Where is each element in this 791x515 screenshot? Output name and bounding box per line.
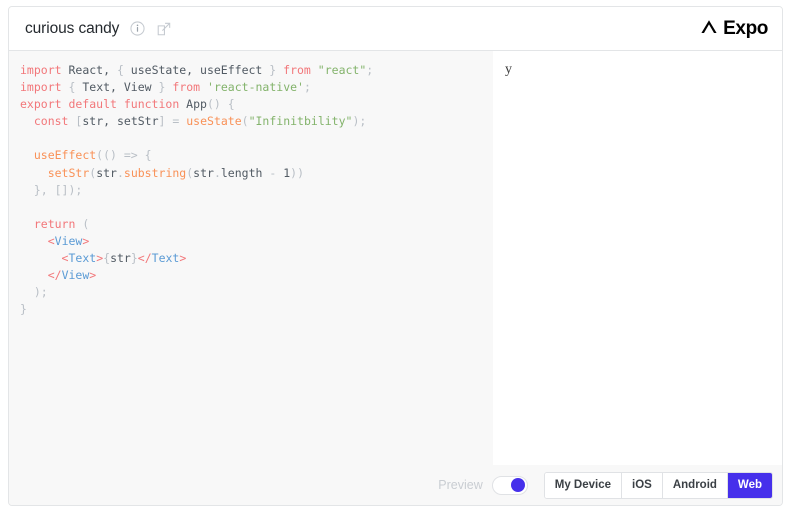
code-token: )) bbox=[290, 165, 304, 180]
code-line: ); bbox=[20, 284, 493, 301]
code-token: export default function bbox=[20, 97, 180, 112]
code-line: } bbox=[20, 301, 493, 318]
code-line: import { Text, View } from 'react-native… bbox=[20, 79, 493, 96]
platform-button-web[interactable]: Web bbox=[727, 472, 772, 498]
code-token: import bbox=[20, 80, 62, 95]
code-token: { bbox=[116, 63, 124, 77]
code-token: from bbox=[172, 80, 201, 95]
workspace: import React, { useState, useEffect } fr… bbox=[9, 51, 782, 465]
code-line: import React, { useState, useEffect } fr… bbox=[20, 62, 493, 79]
code-token: ( bbox=[75, 216, 90, 231]
code-token: . bbox=[213, 165, 221, 180]
code-token: import bbox=[20, 63, 62, 77]
platform-button-android[interactable]: Android bbox=[662, 472, 728, 498]
code-token: from bbox=[283, 63, 311, 77]
code-token: "react" bbox=[317, 63, 367, 77]
code-token: View bbox=[54, 233, 83, 248]
code-editor[interactable]: import React, { useState, useEffect } fr… bbox=[9, 51, 493, 465]
code-token: Text, View bbox=[75, 80, 159, 95]
code-token: str bbox=[110, 251, 131, 266]
open-external-icon[interactable] bbox=[156, 21, 172, 37]
platform-button-my-device[interactable]: My Device bbox=[544, 472, 623, 498]
code-token: < bbox=[47, 233, 55, 248]
preview-rendered-text: y bbox=[505, 62, 512, 77]
code-content[interactable]: import React, { useState, useEffect } fr… bbox=[9, 51, 493, 318]
code-line: return ( bbox=[20, 216, 493, 233]
code-token: App bbox=[179, 97, 207, 112]
code-token: str bbox=[96, 165, 117, 180]
code-token: > bbox=[82, 233, 90, 248]
code-line: export default function App() { bbox=[20, 96, 493, 113]
code-token: Text bbox=[151, 251, 180, 266]
code-token: ); bbox=[20, 285, 48, 300]
code-token: length bbox=[220, 165, 263, 180]
code-token: useState bbox=[186, 114, 242, 129]
code-token: ( bbox=[241, 114, 249, 129]
code-token: View bbox=[61, 268, 90, 283]
code-token: > bbox=[179, 251, 187, 266]
code-token: ; bbox=[303, 80, 311, 95]
code-token: const bbox=[33, 114, 69, 129]
code-line: }, []); bbox=[20, 182, 493, 199]
code-line: <Text>{str}</Text> bbox=[20, 250, 493, 267]
preview-label: Preview bbox=[438, 478, 483, 492]
code-token: setStr bbox=[47, 165, 90, 180]
expo-wordmark: Expo bbox=[723, 17, 768, 39]
code-token: str bbox=[193, 165, 214, 180]
code-line: </View> bbox=[20, 267, 493, 284]
expo-chevron-icon bbox=[699, 17, 719, 41]
code-token: ); bbox=[352, 114, 367, 129]
code-token: "Infinitbility" bbox=[248, 114, 353, 129]
code-line: <View> bbox=[20, 233, 493, 250]
code-token: React, bbox=[61, 63, 117, 77]
snack-window: curious candy Expo import React, {useSt… bbox=[8, 6, 783, 506]
code-token: </ bbox=[47, 268, 62, 283]
footer-toolbar: Preview My Device iOS Android Web bbox=[9, 465, 782, 505]
code-token: useEffect bbox=[33, 148, 97, 163]
preview-toggle[interactable] bbox=[491, 475, 528, 495]
code-token: - bbox=[262, 165, 284, 180]
code-line: setStr(str.substring(str.length - 1)) bbox=[20, 165, 493, 182]
app-header: curious candy Expo bbox=[9, 7, 782, 51]
platform-button-ios[interactable]: iOS bbox=[622, 472, 663, 498]
code-token: = bbox=[165, 114, 187, 129]
info-circle-icon[interactable] bbox=[130, 21, 145, 36]
code-token: Text bbox=[68, 251, 97, 266]
code-token: () { bbox=[206, 97, 235, 112]
code-token: 'react-native' bbox=[207, 80, 304, 95]
code-token: substring bbox=[123, 165, 187, 180]
code-token: } bbox=[130, 251, 138, 266]
code-token: > bbox=[89, 268, 97, 283]
code-token: (() bbox=[96, 148, 124, 163]
code-token: }, []); bbox=[20, 182, 83, 197]
code-token: . bbox=[116, 165, 124, 180]
code-token: { bbox=[137, 148, 152, 163]
expo-logo[interactable]: Expo bbox=[699, 17, 768, 41]
code-token: ; bbox=[366, 63, 374, 77]
code-token: } bbox=[20, 302, 27, 317]
code-token: str, setStr bbox=[82, 114, 159, 129]
preview-pane: y bbox=[493, 51, 782, 465]
code-line: useEffect(() => { bbox=[20, 147, 493, 164]
page-title: curious candy bbox=[25, 19, 120, 37]
code-token: => bbox=[123, 148, 138, 163]
code-line: const [str, setStr] = useState("Infinitb… bbox=[20, 113, 493, 130]
platform-selector[interactable]: My Device iOS Android Web bbox=[543, 471, 773, 499]
code-token: return bbox=[33, 216, 76, 231]
preview-toggle-knob bbox=[510, 478, 525, 492]
code-token: useState, useEffect bbox=[123, 63, 270, 77]
code-token: </ bbox=[137, 251, 152, 266]
